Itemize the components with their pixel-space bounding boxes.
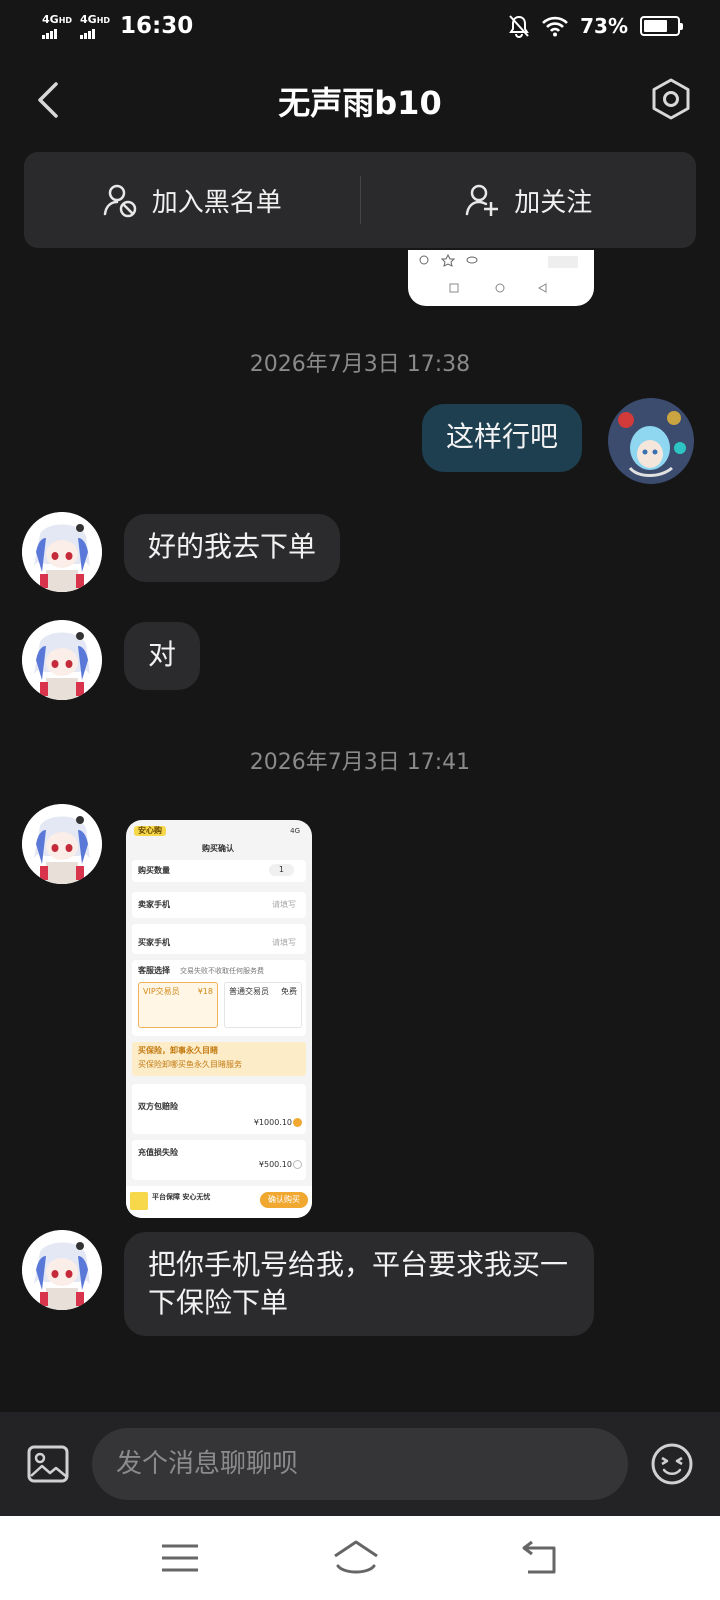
contact-avatar[interactable] (22, 804, 102, 884)
service-label: 客服选择 (138, 966, 170, 975)
insurance-2-price: ¥500.10 (258, 1160, 292, 1169)
screenshot-page-title: 购买确认 (202, 844, 234, 853)
page-title: 无声雨b10 (278, 84, 442, 122)
profile-action-bar: 加入黑名单 加关注 (24, 152, 696, 248)
block-user-icon (103, 184, 136, 218)
signal-text: 4G (290, 827, 300, 835)
battery-percent: 73% (580, 14, 628, 38)
emoji-button[interactable] (650, 1442, 694, 1486)
avatar-image (22, 804, 102, 884)
home-nav-button[interactable] (332, 1538, 380, 1578)
vip-option: VIP交易员 ¥18 (138, 982, 218, 1028)
insurance-promo-banner: 买保险，卸事永久目睹 买保险卸哪买鱼永久目睹服务 (132, 1042, 306, 1076)
unselected-radio-icon (293, 1160, 302, 1169)
bottom-guarantee-label: 平台保障 安心无忧 (152, 1193, 211, 1201)
incoming-message-bubble[interactable]: 把你手机号给我，平台要求我买一下保险下单 (124, 1232, 594, 1336)
network-indicator-2: 4GHD (80, 13, 111, 39)
insurance-2-title: 充值损失险 (138, 1148, 178, 1157)
seller-phone-row: 卖家手机 请填写 (132, 892, 306, 918)
incoming-message-bubble[interactable]: 对 (124, 622, 201, 690)
quantity-value: 1 (268, 864, 294, 876)
clock: 16:30 (120, 13, 194, 39)
network-type-label: 4G (42, 13, 59, 26)
wifi-icon (542, 16, 569, 37)
seller-phone-placeholder: 请填写 (272, 900, 296, 909)
vip-label: VIP交易员 (143, 987, 180, 996)
promo-line-2: 买保险卸哪买鱼永久目睹服务 (138, 1060, 242, 1069)
message-input[interactable] (92, 1428, 628, 1500)
message-timestamp: 2026年7月3日 17:38 (249, 352, 471, 377)
network-indicator-1: 4GHD (42, 13, 73, 39)
insurance-option-2: 充值损失险 ¥500.10 (132, 1140, 306, 1180)
service-note: 交易失败不收取任何服务费 (180, 967, 264, 975)
signal-bars-icon (80, 28, 110, 39)
menu-nav-button[interactable] (158, 1538, 202, 1578)
chat-message-list[interactable]: 2026年7月3日 17:38 这样行吧 好的我去下单 对 2026年7月3日 … (0, 250, 720, 1410)
battery-icon (640, 16, 683, 36)
promo-line-1: 买保险，卸事永久目睹 (138, 1046, 218, 1055)
screenshot-bottom-bar: 平台保障 安心无忧 确认购买 (126, 1186, 312, 1218)
quantity-label: 购买数量 (138, 866, 170, 875)
confirm-purchase-button: 确认购买 (260, 1192, 308, 1208)
safe-buy-badge: 安心购 (134, 826, 166, 836)
seller-phone-label: 卖家手机 (138, 900, 170, 909)
gallery-button[interactable] (26, 1444, 70, 1484)
previous-image-message[interactable] (408, 250, 594, 306)
normal-option: 普通交易员 免费 (224, 982, 302, 1028)
screenshot-thumbnail (419, 253, 578, 293)
image-message[interactable]: 安心购 4G 购买确认 购买数量 1 卖家手机 请填写 买家手机 请填写 客服选… (126, 820, 312, 1218)
add-user-icon (465, 184, 499, 216)
avatar-image (22, 620, 102, 700)
contact-avatar[interactable] (22, 1230, 102, 1310)
avatar-image (22, 512, 102, 592)
mute-bell-icon (509, 15, 529, 38)
avatar-image (22, 1230, 102, 1310)
network-type-label: 4G (80, 13, 97, 26)
network-hd-label: HD (58, 16, 73, 25)
follow-label: 加关注 (514, 187, 593, 218)
buyer-phone-label: 买家手机 (138, 938, 170, 947)
signal-bars-icon (42, 28, 72, 39)
back-nav-button[interactable] (518, 1538, 562, 1578)
outgoing-message-bubble[interactable]: 这样行吧 (421, 404, 582, 472)
contact-avatar[interactable] (22, 620, 102, 700)
avatar-image (608, 398, 694, 484)
message-timestamp: 2026年7月3日 17:41 (249, 750, 471, 775)
shield-icon (130, 1192, 148, 1210)
incoming-message-bubble[interactable]: 好的我去下单 (124, 514, 341, 582)
service-selection: 客服选择 交易失败不收取任何服务费 VIP交易员 ¥18 普通交易员 免费 (132, 960, 306, 1036)
add-to-blacklist-label: 加入黑名单 (151, 187, 282, 218)
follow-button[interactable]: 加关注 (361, 152, 697, 248)
selected-radio-icon (293, 1118, 302, 1127)
buyer-phone-placeholder: 请填写 (272, 938, 296, 947)
add-to-blacklist-button[interactable]: 加入黑名单 (24, 152, 360, 248)
normal-price: 免费 (281, 987, 297, 996)
contact-avatar[interactable] (22, 512, 102, 592)
message-input-bar (0, 1412, 720, 1516)
my-avatar[interactable] (608, 398, 694, 484)
chat-header: 无声雨b10 (0, 56, 720, 144)
insurance-option-1: 双方包赔险 ¥1000.10 (132, 1084, 306, 1134)
insurance-1-title: 双方包赔险 (138, 1102, 178, 1111)
normal-label: 普通交易员 (229, 987, 269, 996)
network-hd-label: HD (96, 16, 111, 25)
system-navigation-bar (0, 1516, 720, 1600)
status-bar: 4GHD 4GHD 16:30 73% (0, 0, 720, 56)
vip-price: ¥18 (197, 987, 213, 996)
settings-button[interactable] (648, 76, 694, 122)
insurance-1-price: ¥1000.10 (253, 1118, 292, 1127)
quantity-row: 购买数量 1 (132, 860, 306, 882)
buyer-phone-row: 买家手机 请填写 (132, 924, 306, 954)
